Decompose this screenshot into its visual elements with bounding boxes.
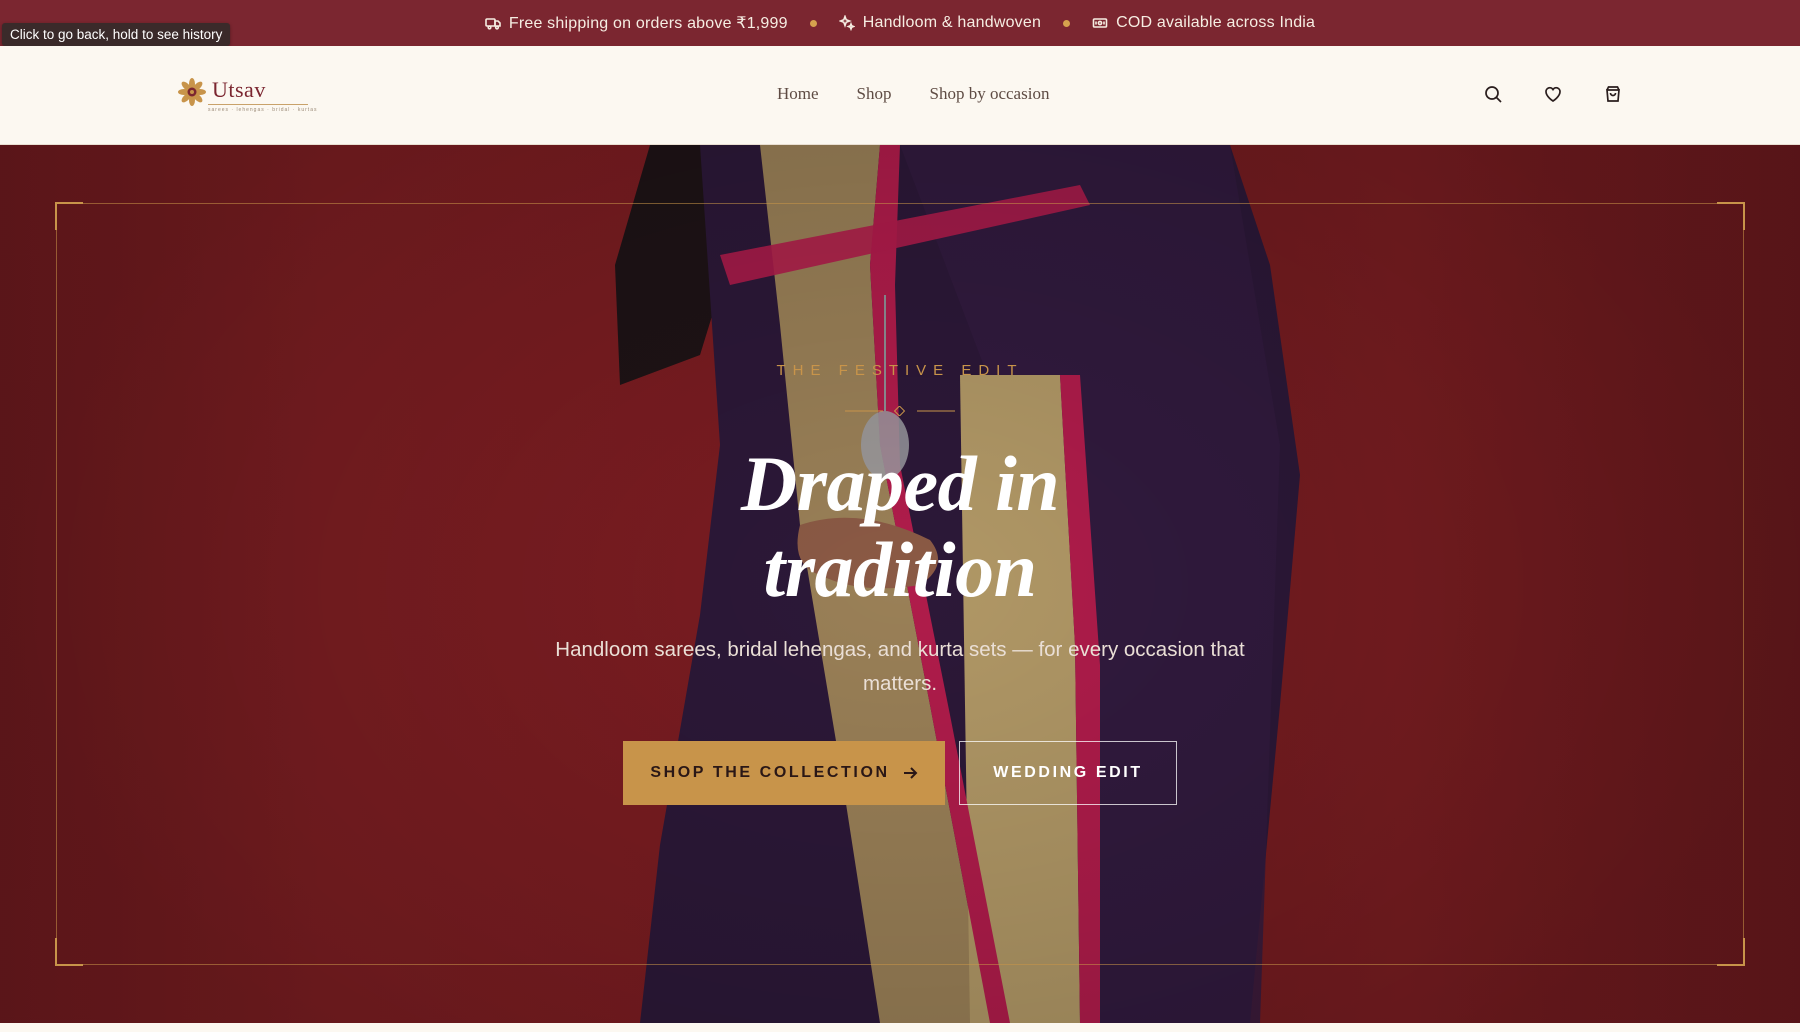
back-button-tooltip: Click to go back, hold to see history: [2, 23, 231, 46]
site-header: Utsav sarees · lehengas · bridal · kurta…: [0, 46, 1800, 145]
announcement-shipping: Free shipping on orders above ₹1,999: [485, 13, 788, 33]
flower-logo-icon: [178, 78, 206, 106]
ornament-divider-icon: [845, 406, 955, 416]
announcement-cod: COD available across India: [1092, 14, 1315, 32]
hero-banner: THE FESTIVE EDIT Draped in tradition Han…: [0, 145, 1800, 1023]
nav-shop-by-occasion[interactable]: Shop by occasion: [930, 84, 1050, 104]
wedding-edit-button[interactable]: WEDDING EDIT: [959, 741, 1177, 805]
frame-corner: [55, 202, 83, 230]
search-button[interactable]: [1483, 84, 1503, 104]
separator-dot: [1063, 19, 1071, 27]
logo-wordmark: Utsav: [212, 77, 266, 102]
header-actions: [1483, 84, 1623, 104]
hero-title: Draped in tradition: [0, 441, 1800, 613]
hero-eyebrow: THE FESTIVE EDIT: [776, 362, 1024, 379]
frame-corner: [55, 938, 83, 966]
page-bottom-strip: [0, 1023, 1800, 1032]
bag-icon: [1606, 86, 1620, 102]
heart-icon: [1545, 86, 1561, 102]
cash-icon: [1092, 18, 1108, 28]
hero-subtitle: Handloom sarees, bridal lehengas, and ku…: [555, 638, 1245, 695]
search-icon: [1485, 86, 1502, 103]
announcement-bar: Free shipping on orders above ₹1,999 Han…: [0, 0, 1800, 46]
announcement-cod-text: COD available across India: [1116, 14, 1316, 31]
nav-shop[interactable]: Shop: [857, 84, 892, 104]
separator-dot: [809, 19, 817, 27]
hero-title-line-1: Draped in: [740, 440, 1060, 527]
nav-home[interactable]: Home: [777, 84, 819, 104]
announcement-handloom-text: Handloom & handwoven: [862, 14, 1042, 31]
arrow-right-icon: [903, 767, 918, 779]
logo[interactable]: Utsav sarees · lehengas · bridal · kurta…: [176, 76, 316, 113]
announcement-handloom: Handloom & handwoven: [838, 14, 1042, 32]
frame-corner: [1717, 938, 1745, 966]
announcement-shipping-text: Free shipping on orders above ₹1,999: [508, 15, 788, 32]
cart-button[interactable]: [1603, 84, 1623, 104]
hero-title-line-2: tradition: [763, 526, 1037, 613]
truck-icon: [485, 18, 501, 30]
wishlist-button[interactable]: [1543, 84, 1563, 104]
sparkle-icon: [838, 15, 855, 31]
main-nav: Home Shop Shop by occasion: [777, 84, 1049, 104]
frame-corner: [1717, 202, 1745, 230]
logo-tagline: sarees · lehengas · bridal · kurtas: [208, 107, 318, 113]
shop-collection-button[interactable]: SHOP THE COLLECTION: [623, 741, 945, 805]
shop-collection-label: SHOP THE COLLECTION: [650, 764, 890, 781]
